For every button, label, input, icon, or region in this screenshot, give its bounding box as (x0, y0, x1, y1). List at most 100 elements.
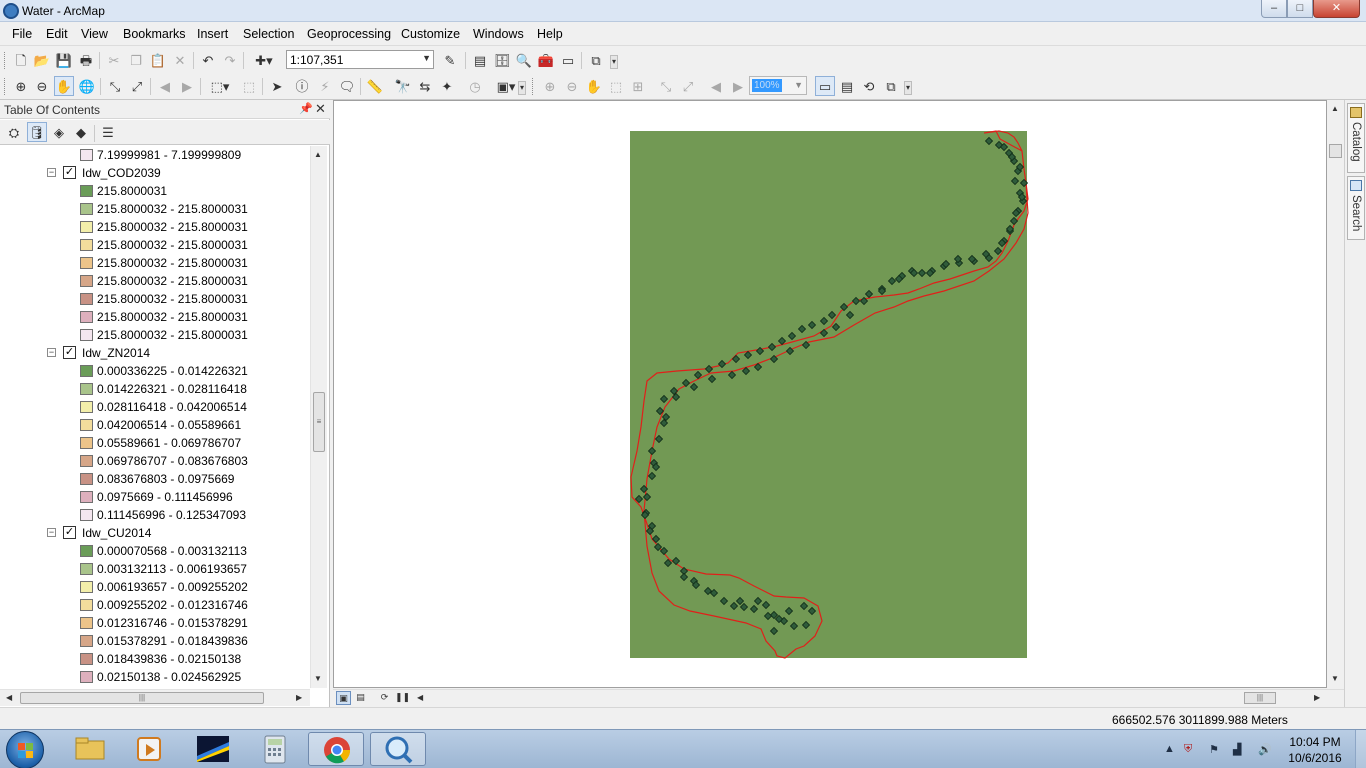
chrome-icon[interactable] (308, 732, 364, 766)
catalog-window-icon[interactable]: 🗄 (492, 50, 512, 70)
go-to-xy-icon[interactable]: ✦ (437, 76, 457, 96)
collapse-icon[interactable]: − (47, 528, 56, 537)
data-view-icon[interactable]: ▣ (336, 691, 351, 705)
redo-icon[interactable]: ↷ (220, 50, 240, 70)
editor-toolbar-icon[interactable]: ✎ (440, 50, 460, 70)
pan-icon[interactable]: ✋ (54, 76, 74, 96)
list-by-visibility-icon[interactable]: ◈ (49, 122, 69, 142)
layer-row[interactable]: − ✓ Idw_CU2014 (0, 524, 310, 542)
back-extent-icon[interactable]: ◀ (155, 76, 175, 96)
menu-selection[interactable]: Selection (243, 27, 294, 41)
scroll-down-icon[interactable]: ▼ (314, 674, 322, 683)
scroll-up-icon[interactable]: ▲ (1331, 104, 1339, 113)
menu-edit[interactable]: Edit (46, 27, 68, 41)
menu-geoprocessing[interactable]: Geoprocessing (307, 27, 391, 41)
map-vertical-scrollbar[interactable]: ▲ ▼ (1327, 100, 1344, 688)
pin-icon[interactable]: 📌 (299, 102, 313, 115)
select-features-icon[interactable]: ⬚▾ (205, 76, 235, 96)
menu-view[interactable]: View (81, 27, 108, 41)
list-by-selection-icon[interactable]: ◆ (71, 122, 91, 142)
scroll-thumb[interactable]: ≡ (313, 392, 325, 452)
fixed-zoom-out-icon[interactable]: ⤢ (127, 76, 147, 96)
clear-selection-icon[interactable]: ⬚ (239, 76, 259, 96)
collapse-icon[interactable]: − (47, 168, 56, 177)
legend-swatch[interactable] (80, 455, 93, 467)
layer-name[interactable]: Idw_COD2039 (82, 166, 161, 180)
legend-swatch[interactable] (80, 437, 93, 449)
zoom-in-icon[interactable]: ⊕ (11, 76, 31, 96)
layer-visibility-checkbox[interactable]: ✓ (63, 526, 76, 539)
undo-icon[interactable]: ↶ (198, 50, 218, 70)
scroll-left-icon[interactable]: ◀ (6, 693, 12, 702)
find-icon[interactable]: 🔭 (393, 76, 413, 96)
volume-icon[interactable]: 🔊 (1258, 743, 1272, 756)
layer-row[interactable]: − ✓ Idw_ZN2014 (0, 344, 310, 362)
fixed-zoom-in-layout-icon[interactable]: ⤡ (656, 76, 676, 96)
time-slider-icon[interactable]: ◷ (465, 76, 485, 96)
hyperlink-icon[interactable]: ⚡ (315, 76, 335, 96)
scroll-down-icon[interactable]: ▼ (1331, 674, 1339, 683)
new-document-icon[interactable]: 🗋 (11, 50, 31, 70)
collapse-icon[interactable]: − (47, 348, 56, 357)
layer-name[interactable]: Idw_CU2014 (82, 526, 151, 540)
zoom-100-icon[interactable]: ⊞ (628, 76, 648, 96)
paste-icon[interactable]: 📋 (148, 50, 168, 70)
toolbar-grip[interactable] (4, 52, 7, 69)
scroll-right-icon[interactable]: ▶ (296, 693, 302, 702)
save-icon[interactable]: 💾 (54, 50, 74, 70)
layout-zoom-dropdown[interactable]: 100% ▼ (749, 76, 807, 95)
security-icon[interactable]: ⛨ (1184, 743, 1192, 756)
minimize-button[interactable]: – (1261, 0, 1287, 18)
menu-customize[interactable]: Customize (401, 27, 460, 41)
legend-swatch[interactable] (80, 239, 93, 251)
forward-extent-icon[interactable]: ▶ (177, 76, 197, 96)
cut-icon[interactable]: ✂ (104, 50, 124, 70)
system-clock[interactable]: 10:04 PM 10/6/2016 (1280, 734, 1350, 766)
scroll-thumb[interactable]: ||| (20, 692, 264, 704)
map-display[interactable] (333, 100, 1327, 688)
map-scale-dropdown[interactable]: 1:107,351 ▼ (286, 50, 434, 69)
layer-visibility-checkbox[interactable]: ✓ (63, 166, 76, 179)
pause-drawing-icon[interactable]: ❚❚ (395, 691, 410, 705)
maximize-button[interactable]: □ (1287, 0, 1313, 18)
legend-swatch[interactable] (80, 473, 93, 485)
list-by-source-icon[interactable]: 🛢 (27, 122, 47, 142)
layer-visibility-checkbox[interactable]: ✓ (63, 346, 76, 359)
legend-swatch[interactable] (80, 203, 93, 215)
menu-windows[interactable]: Windows (473, 27, 524, 41)
close-button[interactable]: ✕ (1313, 0, 1360, 18)
legend-swatch[interactable] (80, 311, 93, 323)
layer-row[interactable]: − ✓ Idw_COD2039 (0, 164, 310, 182)
legend-swatch[interactable] (80, 545, 93, 557)
toolbar-options-icon[interactable]: ▾ (610, 55, 618, 69)
layout-zoom-in-icon[interactable]: ⊕ (540, 76, 560, 96)
html-popup-icon[interactable]: 🗨 (337, 76, 357, 96)
show-hidden-icons-icon[interactable]: ▲ (1164, 743, 1175, 755)
menu-bookmarks[interactable]: Bookmarks (123, 27, 186, 41)
legend-swatch[interactable] (80, 401, 93, 413)
toggle-draft-mode-icon[interactable]: ▭ (815, 76, 835, 96)
flag-icon[interactable]: ⚑ (1209, 743, 1219, 756)
toolbar-grip[interactable] (532, 78, 535, 95)
search-window-icon[interactable]: 🔍 (514, 50, 534, 70)
change-layout-icon[interactable]: ⟲ (859, 76, 879, 96)
fixed-zoom-out-layout-icon[interactable]: ⤢ (678, 76, 698, 96)
zoom-out-icon[interactable]: ⊖ (32, 76, 52, 96)
legend-swatch[interactable] (80, 599, 93, 611)
add-data-icon[interactable]: ✚▾ (249, 50, 279, 70)
toolbar-options-icon[interactable]: ▾ (518, 81, 526, 95)
layout-view-icon[interactable]: ▤ (353, 691, 368, 705)
legend-swatch[interactable] (80, 293, 93, 305)
next-layout-extent-icon[interactable]: ▶ (728, 76, 748, 96)
refresh-icon[interactable]: ⟳ (377, 691, 392, 705)
catalog-tab[interactable]: Catalog (1347, 103, 1365, 173)
toolbar-options-icon[interactable]: ▾ (904, 81, 912, 95)
scroll-left-icon[interactable]: ◀ (417, 693, 423, 702)
windows-start-orb-icon[interactable] (6, 731, 44, 768)
layout-pan-icon[interactable]: ✋ (584, 76, 604, 96)
file-explorer-icon[interactable] (62, 732, 118, 766)
data-driven-pages-icon[interactable]: ⧉ (881, 76, 901, 96)
full-extent-icon[interactable]: 🌐 (77, 76, 97, 96)
toolbar-grip[interactable] (4, 78, 7, 95)
legend-swatch[interactable] (80, 653, 93, 665)
